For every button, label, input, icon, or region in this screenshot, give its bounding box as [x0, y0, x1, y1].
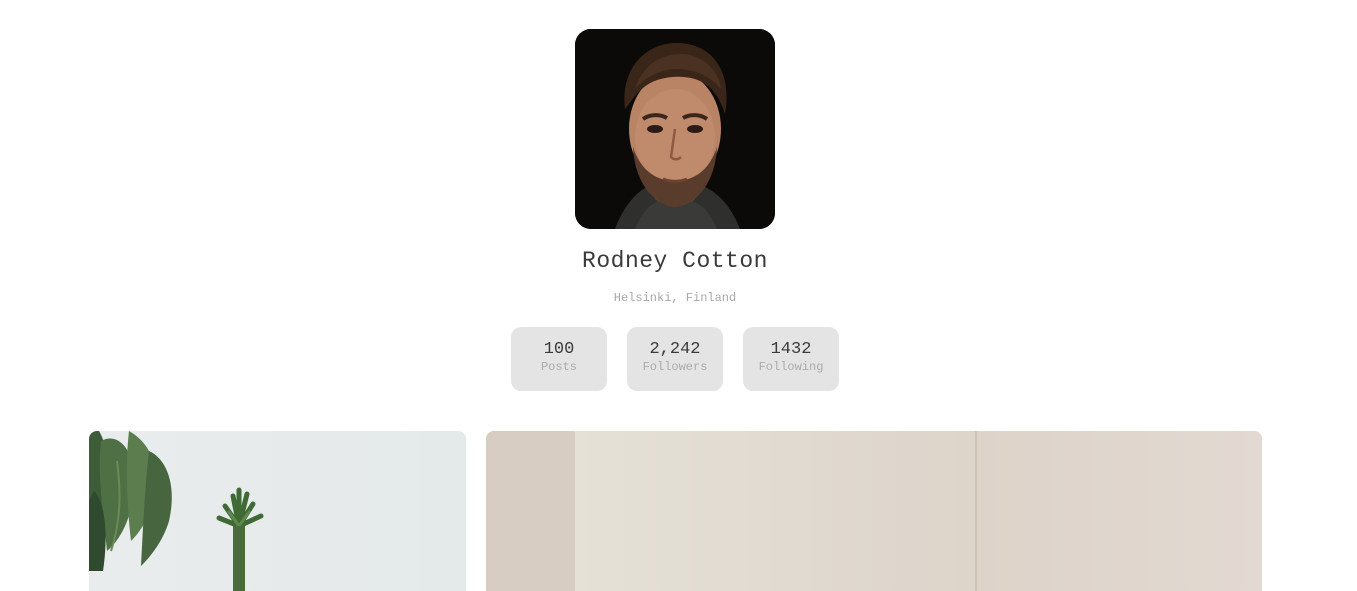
profile-page: Rodney Cotton Helsinki, Finland 100 Post…: [0, 0, 1357, 591]
gallery-photo-room[interactable]: [486, 431, 1262, 591]
stat-followers-value: 2,242: [649, 340, 701, 359]
avatar-portrait-image: [575, 29, 775, 229]
stat-following-value: 1432: [770, 340, 812, 359]
room-photo-image: [486, 431, 1262, 591]
profile-location: Helsinki, Finland: [613, 291, 737, 305]
avatar[interactable]: [575, 29, 775, 229]
profile-name: Rodney Cotton: [582, 248, 768, 274]
stat-followers-label: Followers: [642, 360, 708, 374]
stat-following[interactable]: 1432 Following: [743, 327, 839, 391]
plant-photo-image: [89, 431, 466, 591]
stat-following-label: Following: [758, 360, 824, 374]
stat-posts-label: Posts: [540, 360, 577, 374]
stat-followers[interactable]: 2,242 Followers: [627, 327, 723, 391]
stat-posts[interactable]: 100 Posts: [511, 327, 607, 391]
stat-posts-value: 100: [543, 340, 575, 359]
gallery-photo-plant[interactable]: [89, 431, 466, 591]
